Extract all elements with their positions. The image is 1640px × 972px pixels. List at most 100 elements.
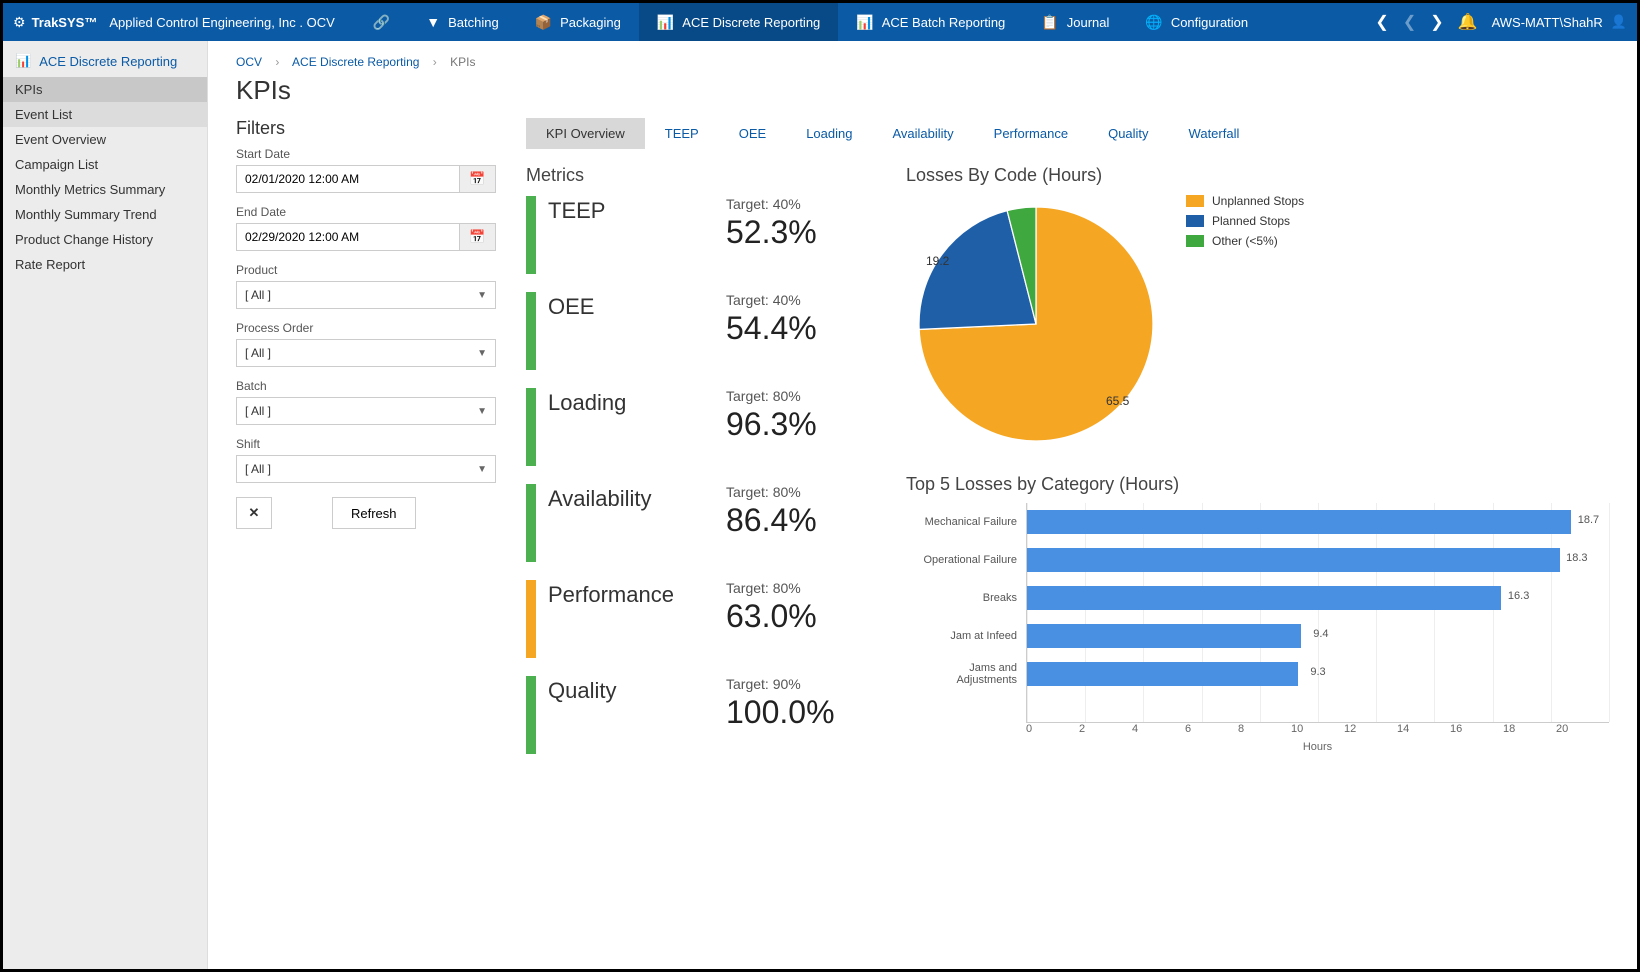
tab-oee[interactable]: OEE — [719, 118, 786, 149]
filter-icon: ▼ — [426, 14, 440, 30]
process-order-select[interactable]: [ All ] ▼ — [236, 339, 496, 367]
product-select[interactable]: [ All ] ▼ — [236, 281, 496, 309]
bar-row: Jam at Infeed9.4 — [1027, 617, 1609, 655]
bar-rect: 16.3 — [1027, 586, 1501, 610]
nav-next-icon[interactable]: ❯ — [1430, 12, 1443, 32]
tab-availability[interactable]: Availability — [872, 118, 973, 149]
x-tick-label: 10 — [1291, 723, 1344, 735]
nav-item-journal[interactable]: 📋Journal — [1023, 3, 1127, 41]
x-tick-label: 12 — [1344, 723, 1397, 735]
sidebar-item-product-change-history[interactable]: Product Change History — [3, 227, 207, 252]
chevron-down-icon: ▼ — [477, 348, 487, 359]
tab-loading[interactable]: Loading — [786, 118, 872, 149]
charts-column: Losses By Code (Hours) 65.519.2 Unplanne… — [906, 165, 1609, 772]
calendar-icon: 📅 — [469, 229, 485, 245]
company-name: Applied Control Engineering, Inc . OCV — [109, 15, 334, 30]
metric-value: 100.0% — [726, 694, 866, 731]
metric-status-bar — [526, 292, 536, 370]
metric-name: Availability — [548, 484, 652, 539]
breadcrumb-page: KPIs — [450, 55, 475, 69]
tab-kpi-overview[interactable]: KPI Overview — [526, 118, 645, 149]
legend-item: Other (<5%) — [1186, 234, 1304, 248]
bar-category-label: Operational Failure — [907, 554, 1022, 566]
nav-item-batching[interactable]: ▼Batching — [408, 3, 516, 41]
bar-category-label: Jams and Adjustments — [907, 662, 1022, 686]
nav-item-icon[interactable]: 🔗 — [355, 3, 408, 41]
brand-name: TrakSYS™ — [32, 15, 98, 30]
breadcrumb-section[interactable]: ACE Discrete Reporting — [292, 55, 419, 69]
bar-x-axis-label: Hours — [1026, 741, 1609, 753]
start-date-input[interactable] — [236, 165, 460, 193]
metric-status-bar — [526, 580, 536, 658]
metric-value: 52.3% — [726, 214, 866, 251]
sidebar-title[interactable]: 📊 ACE Discrete Reporting — [3, 45, 207, 77]
end-date-calendar-button[interactable]: 📅 — [460, 223, 496, 251]
brand: ⚙ TrakSYS™ — [13, 14, 97, 31]
metric-target: Target: 80% — [726, 484, 866, 500]
sidebar-item-rate-report[interactable]: Rate Report — [3, 252, 207, 277]
top-navbar: ⚙ TrakSYS™ Applied Control Engineering, … — [3, 3, 1637, 41]
metric-target: Target: 40% — [726, 292, 866, 308]
nav-item-ace-discrete-reporting[interactable]: 📊ACE Discrete Reporting — [639, 3, 838, 41]
start-date-label: Start Date — [236, 147, 496, 161]
shift-select[interactable]: [ All ] ▼ — [236, 455, 496, 483]
metric-availability: Availability Target: 80% 86.4% — [526, 484, 866, 562]
tab-quality[interactable]: Quality — [1088, 118, 1168, 149]
bars-icon: 📊 — [856, 14, 873, 31]
sidebar-item-event-overview[interactable]: Event Overview — [3, 127, 207, 152]
sidebar-item-campaign-list[interactable]: Campaign List — [3, 152, 207, 177]
metric-name: Performance — [548, 580, 674, 635]
bar-category-label: Jam at Infeed — [907, 630, 1022, 642]
metric-target: Target: 80% — [726, 388, 866, 404]
sidebar-item-monthly-metrics-summary[interactable]: Monthly Metrics Summary — [3, 177, 207, 202]
sidebar-item-monthly-summary-trend[interactable]: Monthly Summary Trend — [3, 202, 207, 227]
tab-performance[interactable]: Performance — [974, 118, 1088, 149]
shift-label: Shift — [236, 437, 496, 451]
batch-select[interactable]: [ All ] ▼ — [236, 397, 496, 425]
metrics-heading: Metrics — [526, 165, 866, 186]
calendar-icon: 📅 — [469, 171, 485, 187]
legend-swatch — [1186, 195, 1204, 207]
tab-teep[interactable]: TEEP — [645, 118, 719, 149]
bell-icon[interactable]: 🔔 — [1458, 12, 1478, 32]
metric-value: 63.0% — [726, 598, 866, 635]
bar-rect: 9.3 — [1027, 662, 1298, 686]
x-tick-label: 2 — [1079, 723, 1132, 735]
process-order-label: Process Order — [236, 321, 496, 335]
sidebar-item-event-list[interactable]: Event List — [3, 102, 207, 127]
nav-prev-disabled-icon: ❮ — [1403, 12, 1416, 32]
tab-bar: KPI OverviewTEEPOEELoadingAvailabilityPe… — [526, 118, 1609, 149]
clear-filters-button[interactable]: ✕ — [236, 497, 272, 529]
x-tick-label: 14 — [1397, 723, 1450, 735]
content-panel: KPI OverviewTEEPOEELoadingAvailabilityPe… — [526, 118, 1609, 772]
bar-value-label: 9.4 — [1313, 628, 1328, 640]
x-tick-label: 4 — [1132, 723, 1185, 735]
main-content: OCV › ACE Discrete Reporting › KPIs KPIs… — [208, 41, 1637, 969]
chevron-down-icon: ▼ — [477, 406, 487, 417]
nav-item-ace-batch-reporting[interactable]: 📊ACE Batch Reporting — [838, 3, 1023, 41]
metric-name: TEEP — [548, 196, 605, 251]
metric-status-bar — [526, 388, 536, 466]
bar-row: Operational Failure18.3 — [1027, 541, 1609, 579]
user-menu[interactable]: AWS-MATT\ShahR 👤 — [1492, 14, 1627, 30]
breadcrumb-root[interactable]: OCV — [236, 55, 262, 69]
nav-item-configuration[interactable]: 🌐Configuration — [1127, 3, 1266, 41]
bar-value-label: 18.3 — [1566, 552, 1587, 564]
x-tick-label: 20 — [1556, 723, 1609, 735]
nav-prev-icon[interactable]: ❮ — [1375, 12, 1388, 32]
metric-name: Quality — [548, 676, 616, 731]
legend-item: Planned Stops — [1186, 214, 1304, 228]
batch-label: Batch — [236, 379, 496, 393]
end-date-label: End Date — [236, 205, 496, 219]
metric-status-bar — [526, 676, 536, 754]
refresh-button[interactable]: Refresh — [332, 497, 416, 529]
globe-icon: 🌐 — [1145, 14, 1162, 31]
end-date-input[interactable] — [236, 223, 460, 251]
metric-value: 54.4% — [726, 310, 866, 347]
tab-waterfall[interactable]: Waterfall — [1169, 118, 1260, 149]
sidebar-item-kpis[interactable]: KPIs — [3, 77, 207, 102]
bar-chart-title: Top 5 Losses by Category (Hours) — [906, 474, 1609, 495]
topbar-right: ❮ ❮ ❯ 🔔 AWS-MATT\ShahR 👤 — [1375, 12, 1627, 32]
start-date-calendar-button[interactable]: 📅 — [460, 165, 496, 193]
nav-item-packaging[interactable]: 📦Packaging — [517, 3, 639, 41]
